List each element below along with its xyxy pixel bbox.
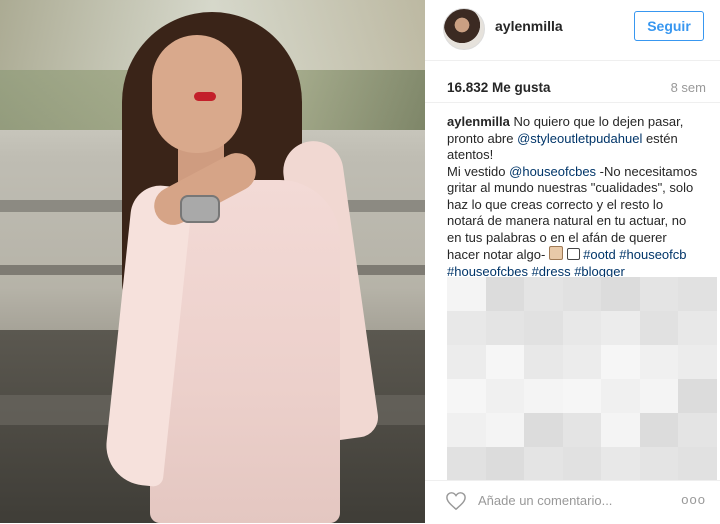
pixel-block [639,345,679,379]
pixel-block [601,379,640,413]
pixel-block [485,413,525,447]
pixel-block [447,447,486,481]
follow-button[interactable]: Seguir [634,11,704,41]
caption-text: hacer notar algo- [447,247,546,262]
caption-text: atentos! [447,147,494,162]
likes-count[interactable]: 16.832 Me gusta [447,80,551,95]
caption-line: aylenmilla No quiero que lo dejen pasar, [447,114,717,131]
pixel-block [678,447,717,481]
pixel-block [562,447,602,481]
pixel-block [562,277,602,311]
pixel-block [524,447,563,481]
post-caption: aylenmilla No quiero que lo dejen pasar,… [447,114,717,280]
caption-line: en tus palabras o en el afán de querer [447,230,717,247]
comment-bar: Añade un comentario... ooo [425,480,720,524]
pixel-block [678,277,717,311]
post-photo[interactable] [0,0,425,523]
pixel-block [485,447,525,481]
more-options-icon[interactable]: ooo [681,492,706,507]
caption-text: Mi vestido [447,163,510,179]
pixel-block [678,311,717,345]
caption-line: pronto abre @styleoutletpudahuel estén [447,131,717,148]
caption-line: hacer notar algo- #ootd #houseofcb [447,246,717,264]
caption-username[interactable]: aylenmilla [447,114,510,129]
pixel-block [639,379,679,413]
pixel-block [601,277,640,311]
pixel-block [639,413,679,447]
pixel-block [485,311,525,345]
pixel-block [485,345,525,379]
post-header: aylenmilla Seguir [425,0,720,61]
pixel-block [447,277,486,311]
instagram-post-modal: aylenmilla Seguir 16.832 Me gusta 8 sem … [0,0,720,523]
caption-text: en tus palabras o en el afán de querer [447,229,667,245]
caption-line: Mi vestido @houseofcbes -No necesitamos [447,164,717,181]
pixel-block [562,379,602,413]
pixel-block [524,345,563,379]
post-timestamp[interactable]: 8 sem [671,80,706,95]
pixel-block [678,345,717,379]
pixel-block [601,447,640,481]
mention-link[interactable]: @styleoutletpudahuel [517,131,642,146]
caption-text: notará de manera natural en tu actuar, n… [447,213,687,228]
comment-input[interactable]: Añade un comentario... [478,493,612,508]
pixel-block [562,345,602,379]
pixel-block [678,379,717,413]
pixel-block [524,379,563,413]
username-link[interactable]: aylenmilla [495,18,563,34]
caption-line: notará de manera natural en tu actuar, n… [447,213,717,230]
hands-emoji-icon [548,246,563,260]
pixel-block [601,311,640,345]
pixel-block [485,379,525,413]
pixel-block [678,413,717,447]
pixel-block [447,345,486,379]
pixel-block [639,277,679,311]
pixelated-comments [447,277,717,481]
pixel-block [524,413,563,447]
heart-icon[interactable] [445,491,467,511]
hashtag-link[interactable]: #ootd #houseofcb [580,247,686,262]
caption-text: No quiero que lo dejen pasar, [509,114,684,129]
pixel-block [601,345,640,379]
caption-text: estén [642,130,678,146]
caption-line: gritar al mundo nuestras "cualidades", s… [447,180,717,197]
pixel-block [562,413,602,447]
pixel-block [447,311,486,345]
pixel-block [447,413,486,447]
caption-text: haz lo que creas correcto y el resto lo [447,196,664,212]
caption-line: haz lo que creas correcto y el resto lo [447,197,717,214]
pixel-block [524,277,563,311]
pixel-block [601,413,640,447]
caption-text: gritar al mundo nuestras "cualidades", s… [447,180,694,195]
caption-text: pronto abre [447,130,518,146]
pixel-block [639,311,679,345]
caption-line: atentos! [447,147,717,164]
pixel-block [485,277,525,311]
photo-watch [180,195,220,223]
photo-lips [194,92,216,101]
post-stats: 16.832 Me gusta 8 sem [425,60,720,103]
caption-text: -No necesitamos [596,163,698,179]
pixel-block [447,379,486,413]
pixel-block [639,447,679,481]
avatar[interactable] [443,8,485,50]
grid-emoji-icon [566,248,580,260]
post-side-panel: aylenmilla Seguir 16.832 Me gusta 8 sem … [425,0,720,523]
pixel-block [524,311,563,345]
mention-link[interactable]: @houseofcbes [509,164,596,179]
pixel-block [562,311,602,345]
